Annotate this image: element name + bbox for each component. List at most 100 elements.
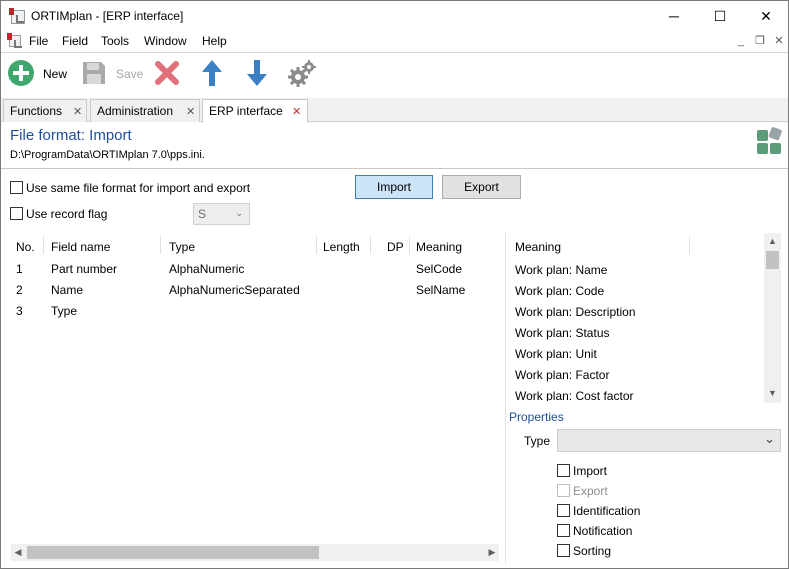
table-row[interactable]: 2 Name AlphaNumericSeparated SelName [1,280,501,301]
column-header-meaning[interactable]: Meaning [416,240,462,254]
cell-field-name: Type [51,304,78,318]
notification-checkbox[interactable] [557,524,570,537]
cell-no: 2 [16,283,23,297]
meaning-list-header[interactable]: Meaning [515,240,561,254]
move-up-button[interactable] [200,58,224,88]
new-button[interactable] [7,59,35,87]
sorting-checkbox[interactable] [557,544,570,557]
column-header-field-name[interactable]: Field name [51,240,110,254]
import-checkbox[interactable] [557,464,570,477]
column-header-no[interactable]: No. [16,240,35,254]
record-flag-value: S [198,207,207,221]
type-label: Type [524,434,551,448]
menu-help[interactable]: Help [202,34,227,48]
identification-checkbox-label: Identification [573,504,641,518]
sorting-checkbox-label: Sorting [573,544,612,558]
menu-bar: File Field Tools Window Help _ ❐ ✕ [1,31,788,51]
scroll-right-icon[interactable]: ▶ [485,547,499,558]
ortim-logo-icon [755,127,783,155]
horizontal-scrollbar[interactable]: ◀ ▶ [11,544,499,561]
notification-checkbox-label: Notification [573,524,633,538]
properties-title: Properties [509,410,564,424]
tab-administration-close-icon[interactable]: ✕ [186,105,195,118]
record-flag-select[interactable]: S ⌄ [193,203,250,225]
mdi-close-button[interactable]: ✕ [771,34,787,48]
delete-button[interactable] [154,60,180,86]
tab-erp-interface-close-icon[interactable]: ✕ [292,105,301,118]
horizontal-scroll-thumb[interactable] [27,546,319,559]
list-item[interactable]: Work plan: Name [515,263,607,277]
list-item[interactable]: Work plan: Description [515,305,636,319]
gears-icon [288,60,316,87]
close-button[interactable]: ✕ [743,1,788,31]
scroll-left-icon[interactable]: ◀ [11,547,25,558]
tab-functions-close-icon[interactable]: ✕ [73,105,82,118]
new-label[interactable]: New [43,67,67,81]
tab-functions-label: Functions [10,104,63,118]
vertical-scrollbar[interactable]: ▲ ▼ [764,233,781,403]
identification-checkbox[interactable] [557,504,570,517]
vertical-scroll-thumb[interactable] [766,251,779,269]
minimize-button[interactable]: ─ [651,1,697,31]
cell-field-name: Name [51,283,84,297]
record-flag-label: Use record flag [26,207,108,221]
export-checkbox-label: Export [573,484,608,498]
same-format-label: Use same file format for import and expo… [26,181,251,195]
table-row[interactable]: 3 Type [1,301,501,322]
save-button[interactable] [81,60,107,86]
column-header-type[interactable]: Type [169,240,195,254]
list-item[interactable]: Work plan: Code [515,284,604,298]
import-button[interactable]: Import [355,175,433,199]
list-item[interactable]: Work plan: Status [515,326,610,340]
meaning-list: Meaning Work plan: Name Work plan: Code … [506,233,783,403]
document-icon[interactable] [7,33,22,48]
arrow-up-icon [202,60,222,86]
column-divider[interactable] [160,236,161,254]
list-item[interactable]: Work plan: Unit [515,347,597,361]
settings-button[interactable] [287,58,317,88]
move-down-button[interactable] [245,58,269,88]
mdi-restore-button[interactable]: ❐ [752,34,768,48]
table-row[interactable]: 1 Part number AlphaNumeric SelCode [1,259,501,280]
tab-administration[interactable]: Administration ✕ [90,99,200,122]
tab-erp-interface[interactable]: ERP interface ✕ [202,99,308,123]
app-window: ORTIMplan - [ERP interface] ─ ☐ ✕ File F… [0,0,789,569]
cell-field-name: Part number [51,262,118,276]
menu-field[interactable]: Field [62,34,88,48]
chevron-down-icon: ⌄ [235,208,243,218]
fields-table: No. Field name Type Length DP Meaning 1 … [1,233,505,564]
column-divider[interactable] [43,236,44,254]
scroll-down-icon[interactable]: ▼ [764,388,781,398]
record-flag-checkbox[interactable] [10,207,23,220]
export-checkbox [557,484,570,497]
column-header-dp[interactable]: DP [387,240,404,254]
menu-tools[interactable]: Tools [101,34,129,48]
menu-window[interactable]: Window [144,34,187,48]
toolbar: New Save [1,53,788,98]
column-divider[interactable] [370,236,371,254]
plus-circle-icon [8,60,34,86]
mdi-minimize-button[interactable]: _ [733,34,749,48]
list-item[interactable]: Work plan: Cost factor [515,389,634,401]
maximize-button[interactable]: ☐ [697,1,743,31]
list-item[interactable]: Work plan: Factor [515,368,609,382]
chevron-down-icon: ⌄ [764,431,775,446]
save-label: Save [116,67,144,81]
column-header-length[interactable]: Length [323,240,360,254]
scroll-up-icon[interactable]: ▲ [764,236,781,246]
arrow-down-icon [247,60,267,86]
cell-type: AlphaNumericSeparated [169,283,300,297]
cell-type: AlphaNumeric [169,262,245,276]
header-divider [1,168,788,169]
tab-strip: Functions ✕ Administration ✕ ERP interfa… [1,98,788,123]
column-divider[interactable] [689,236,690,254]
menu-file[interactable]: File [29,34,48,48]
type-select[interactable]: ⌄ [557,429,781,452]
tab-administration-label: Administration [97,104,174,118]
tab-functions[interactable]: Functions ✕ [3,99,87,122]
same-format-checkbox[interactable] [10,181,23,194]
export-button[interactable]: Export [442,175,521,199]
column-divider[interactable] [409,236,410,254]
app-icon[interactable] [9,8,25,24]
column-divider[interactable] [316,236,317,254]
